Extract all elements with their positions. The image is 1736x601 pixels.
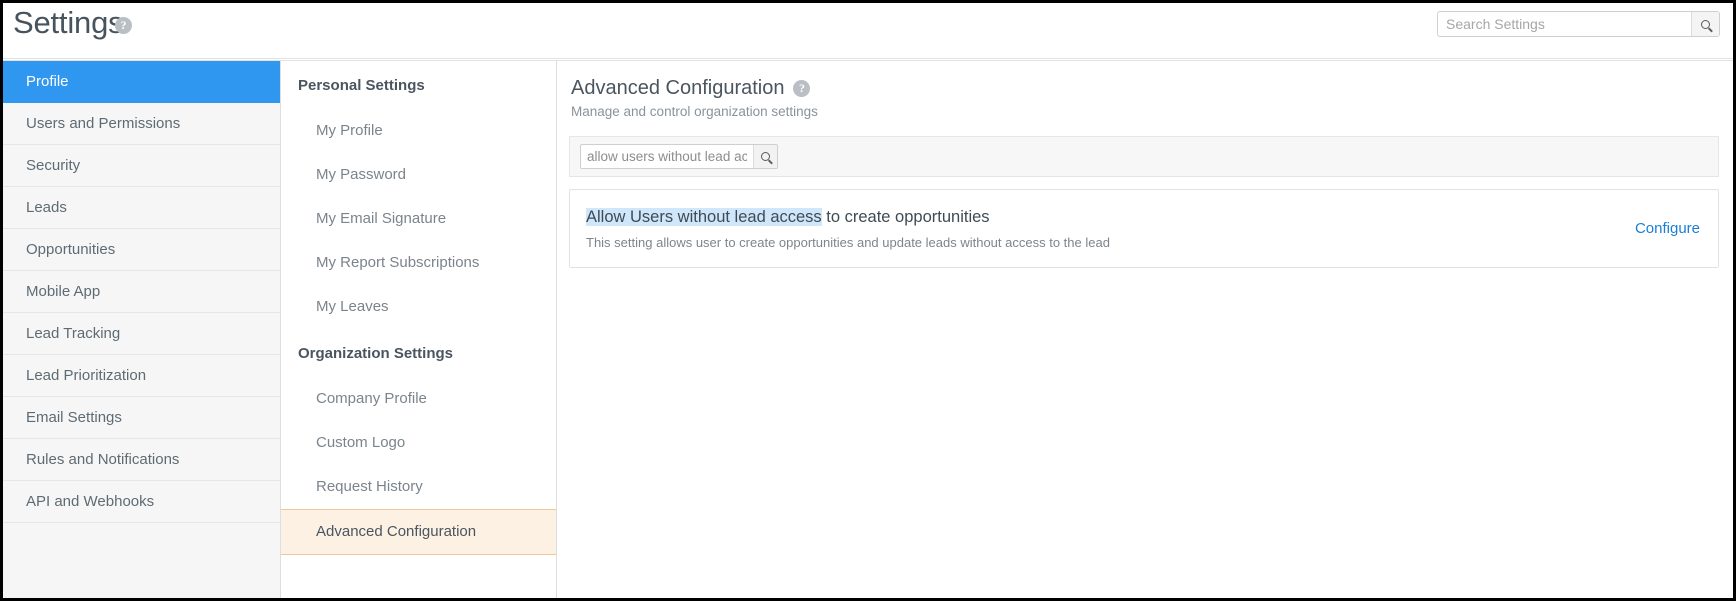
subnav-group-organization-settings: Organization Settings [298,345,454,362]
sidebar-item-users-and-permissions[interactable]: Users and Permissions [3,103,280,145]
secondary-sidebar: Personal Settings My Profile My Password… [281,60,557,598]
filter-bar [569,136,1719,177]
help-circle-icon[interactable]: ? [115,17,132,35]
configure-link[interactable]: Configure [1615,220,1700,237]
sidebar-item-lead-tracking[interactable]: Lead Tracking [3,313,280,355]
sidebar-item-opportunities[interactable]: Opportunities [3,229,280,271]
content-header: Advanced Configuration ? [569,77,1719,100]
subnav-item-my-profile[interactable]: My Profile [281,109,556,153]
search-icon [1701,19,1710,29]
settings-filter-search-button[interactable] [752,145,777,168]
setting-title-highlight: Allow Users without lead access [586,207,822,226]
setting-title-rest: to create opportunities [821,207,990,226]
sidebar-item-email-settings[interactable]: Email Settings [3,397,280,439]
help-circle-glyph: ? [115,17,132,35]
subnav-item-advanced-configuration[interactable]: Advanced Configuration [281,509,556,555]
app-window: Settings ? Profile Users and Permissions… [0,0,1736,601]
subnav-item-my-email-signature[interactable]: My Email Signature [281,197,556,241]
subnav-item-my-leaves[interactable]: My Leaves [281,285,556,329]
content-subtitle: Manage and control organization settings [571,104,818,119]
subnav-item-company-profile[interactable]: Company Profile [281,377,556,421]
setting-result-row: Allow Users without lead access to creat… [569,189,1719,268]
settings-filter-search[interactable] [580,144,778,169]
settings-filter-input[interactable] [581,145,753,168]
subnav-item-request-history[interactable]: Request History [281,465,556,509]
help-circle-glyph: ? [793,79,811,97]
sidebar-item-rules-and-notifications[interactable]: Rules and Notifications [3,439,280,481]
search-button[interactable] [1691,12,1719,36]
setting-result-main: Allow Users without lead access to creat… [586,206,1615,252]
sidebar-item-leads[interactable]: Leads [3,187,280,229]
sidebar-item-security[interactable]: Security [3,145,280,187]
setting-description: This setting allows user to create oppor… [586,234,1110,250]
content-panel: Advanced Configuration ? Manage and cont… [557,60,1733,598]
subnav-item-my-report-subscriptions[interactable]: My Report Subscriptions [281,241,556,285]
top-bar: Settings ? [3,3,1733,59]
primary-sidebar: Profile Users and Permissions Security L… [3,60,281,598]
search-input[interactable] [1438,12,1691,36]
global-search[interactable] [1437,11,1720,37]
page-title: Settings [13,5,124,40]
search-icon [760,152,770,161]
subnav-group-personal-settings: Personal Settings [298,77,425,94]
sidebar-item-profile[interactable]: Profile [3,61,280,103]
sidebar-item-api-and-webhooks[interactable]: API and Webhooks [3,481,280,523]
sidebar-item-lead-prioritization[interactable]: Lead Prioritization [3,355,280,397]
sidebar-item-mobile-app[interactable]: Mobile App [3,271,280,313]
subnav-item-my-password[interactable]: My Password [281,153,556,197]
setting-title: Allow Users without lead access to creat… [586,206,1615,228]
content-help-circle-icon[interactable]: ? [793,79,811,98]
content-title: Advanced Configuration [571,77,785,99]
app-inner: Settings ? Profile Users and Permissions… [3,3,1733,598]
body: Profile Users and Permissions Security L… [3,60,1733,598]
subnav-item-custom-logo[interactable]: Custom Logo [281,421,556,465]
